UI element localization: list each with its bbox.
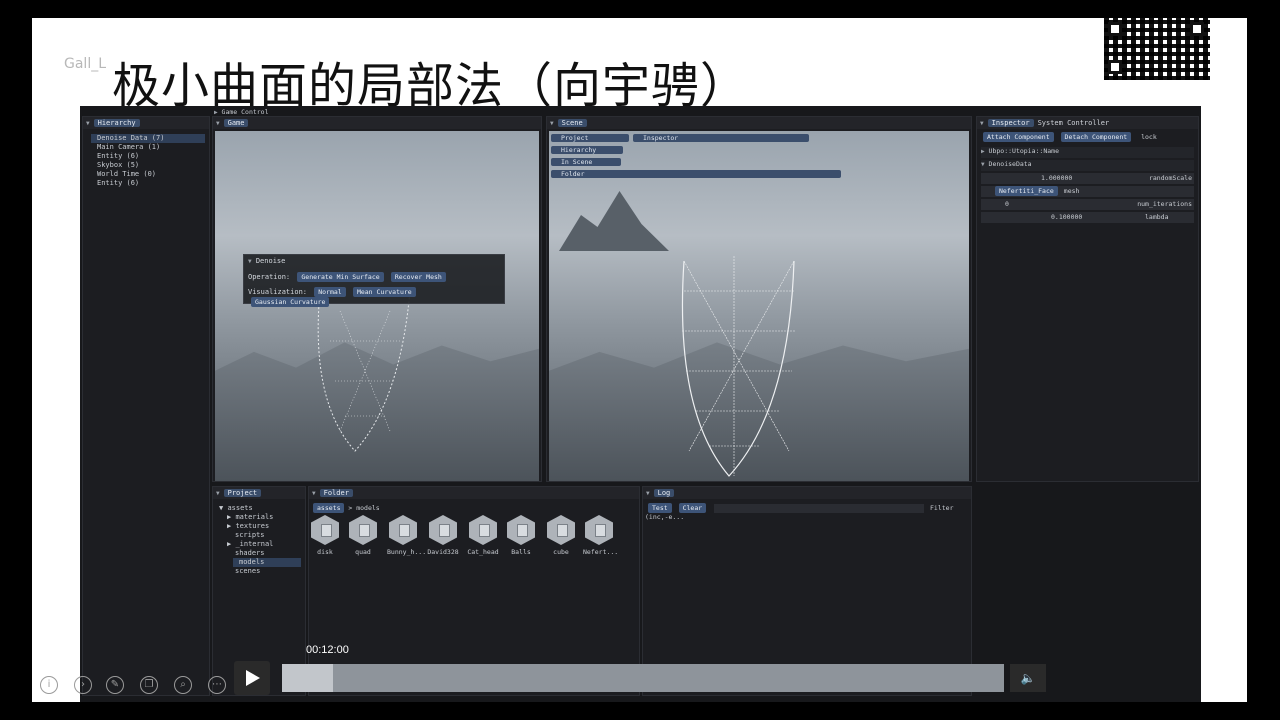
- collapse-icon[interactable]: ▼: [216, 120, 220, 127]
- collapse-icon[interactable]: ▼: [248, 258, 252, 265]
- attach-component-button[interactable]: Attach Component: [983, 132, 1054, 142]
- breadcrumb-assets[interactable]: assets: [313, 503, 345, 513]
- mesh-file-icon: [349, 515, 377, 545]
- lock-checkbox[interactable]: lock: [1141, 133, 1157, 141]
- name-section[interactable]: ▶ Ubpo::Utopia::Name: [981, 147, 1194, 158]
- denoise-window: ▼ Denoise Operation: Generate Min Surfac…: [243, 254, 505, 307]
- asset-item[interactable]: Cat_head: [467, 515, 499, 556]
- play-button[interactable]: [234, 661, 270, 695]
- mesh-file-icon: [547, 515, 575, 545]
- clear-button[interactable]: Clear: [678, 503, 707, 513]
- collapse-icon[interactable]: ▼: [216, 490, 220, 497]
- wireframe-mesh: [317, 290, 411, 452]
- scene-folder-button[interactable]: Folder: [551, 170, 841, 178]
- more-icon[interactable]: ⋯: [208, 676, 226, 694]
- test-button[interactable]: Test: [648, 503, 672, 513]
- field-num-iterations[interactable]: 0 num_iterations: [981, 199, 1194, 210]
- game-panel: ▼ Game ▼ Denoise Operation: Generate Min …: [212, 116, 542, 482]
- hierarchy-item[interactable]: Entity (6): [83, 152, 209, 161]
- project-item[interactable]: ▼ assets: [213, 504, 305, 513]
- asset-item[interactable]: Nefert...: [583, 515, 618, 556]
- generate-min-surface-button[interactable]: Generate Min Surface: [297, 272, 384, 282]
- asset-item[interactable]: David328: [427, 515, 459, 556]
- inspector-panel: ▼ Inspector System Controller Attach Com…: [976, 116, 1199, 482]
- field-randomscale[interactable]: 1.000000 randomScale: [981, 173, 1194, 184]
- hierarchy-item[interactable]: Denoise Data (7): [91, 134, 205, 143]
- game-control-header: ▶ Game Control: [214, 108, 269, 116]
- hierarchy-item[interactable]: Entity (6): [83, 179, 209, 188]
- scene-hierarchy-button[interactable]: Hierarchy: [551, 146, 623, 154]
- collapse-icon[interactable]: ▼: [646, 490, 650, 497]
- project-item[interactable]: ▶ textures: [213, 522, 305, 531]
- info-icon[interactable]: i: [40, 676, 58, 694]
- hierarchy-item[interactable]: World Time (0): [83, 170, 209, 179]
- zoom-icon[interactable]: ⌕: [174, 676, 192, 694]
- mesh-file-icon: [429, 515, 457, 545]
- asset-item[interactable]: Balls: [505, 515, 537, 556]
- hierarchy-item[interactable]: Skybox (5): [83, 161, 209, 170]
- scene-viewport[interactable]: Project Inspector Hierarchy In Scene Fol…: [549, 131, 969, 481]
- tab-scene[interactable]: Scene: [557, 119, 587, 127]
- normal-button[interactable]: Normal: [314, 287, 346, 297]
- gaussian-curvature-button[interactable]: Gaussian Curvature: [251, 297, 330, 307]
- mesh-file-icon: [389, 515, 417, 545]
- project-item[interactable]: shaders: [213, 549, 305, 558]
- empty-panel-area: [974, 486, 1199, 696]
- scene-panel: ▼ Scene Project Inspector Hierarchy In Sc…: [546, 116, 972, 482]
- wireframe-mesh: [681, 256, 796, 477]
- project-item[interactable]: scripts: [213, 531, 305, 540]
- asset-item[interactable]: cube: [545, 515, 577, 556]
- operation-label: Operation:: [248, 273, 291, 281]
- collapse-icon[interactable]: ▼: [86, 120, 90, 127]
- tab-folder[interactable]: Folder: [319, 489, 353, 497]
- scene-project-button[interactable]: Project: [551, 134, 629, 142]
- faint-header-text: Gall_L: [64, 56, 107, 72]
- recover-mesh-button[interactable]: Recover Mesh: [390, 272, 446, 282]
- field-mesh[interactable]: Nefertiti_Face mesh: [981, 186, 1194, 197]
- mesh-file-icon: [311, 515, 339, 545]
- field-lambda[interactable]: 0.100000 lambda: [981, 212, 1194, 223]
- collapse-icon[interactable]: ▼: [312, 490, 316, 497]
- editor-window: ▼ Hierarchy Denoise Data (7) Main Camera …: [80, 106, 1201, 702]
- scene-inspector-button[interactable]: Inspector: [633, 134, 809, 142]
- mesh-file-icon: [507, 515, 535, 545]
- collapse-icon[interactable]: ▼: [550, 120, 554, 127]
- mean-curvature-button[interactable]: Mean Curvature: [352, 287, 416, 297]
- tab-inspector[interactable]: Inspector: [987, 119, 1034, 127]
- scene-in-scene-button[interactable]: In Scene: [551, 158, 621, 166]
- pen-icon[interactable]: ✎: [106, 676, 124, 694]
- collapse-icon[interactable]: ▼: [980, 120, 984, 127]
- mesh-file-icon: [469, 515, 497, 545]
- progress-bar[interactable]: [282, 664, 1004, 692]
- qr-code-icon: [1104, 18, 1210, 80]
- asset-item[interactable]: Bunny_h...: [387, 515, 426, 556]
- tab-log[interactable]: Log: [653, 489, 675, 497]
- filter-input[interactable]: [714, 503, 925, 513]
- detach-component-button[interactable]: Detach Component: [1060, 132, 1132, 142]
- project-item[interactable]: models: [233, 558, 301, 567]
- asset-item[interactable]: disk: [309, 515, 341, 556]
- tab-system-controller[interactable]: System Controller: [1038, 119, 1110, 127]
- hierarchy-panel: ▼ Hierarchy Denoise Data (7) Main Camera …: [82, 116, 210, 696]
- progress-fill: [282, 664, 333, 692]
- denoise-data-section[interactable]: ▼ DenoiseData: [981, 160, 1194, 171]
- tab-game[interactable]: Game: [223, 119, 249, 127]
- hierarchy-item[interactable]: Main Camera (1): [83, 143, 209, 152]
- tab-hierarchy[interactable]: Hierarchy: [93, 119, 140, 127]
- breadcrumb-models[interactable]: models: [356, 504, 379, 512]
- denoise-title: Denoise: [255, 257, 286, 265]
- tab-project[interactable]: Project: [223, 489, 262, 497]
- copy-icon[interactable]: ❐: [140, 676, 158, 694]
- speaker-icon[interactable]: 🔈: [1010, 664, 1046, 692]
- project-item[interactable]: ▶ materials: [213, 513, 305, 522]
- mesh-file-icon: [585, 515, 613, 545]
- project-item[interactable]: scenes: [213, 567, 305, 576]
- project-item[interactable]: ▶ _internal: [213, 540, 305, 549]
- playback-time: 00:12:00: [306, 644, 349, 656]
- visualization-label: Visualization:: [248, 288, 308, 296]
- next-icon[interactable]: ›: [74, 676, 92, 694]
- asset-item[interactable]: quad: [347, 515, 379, 556]
